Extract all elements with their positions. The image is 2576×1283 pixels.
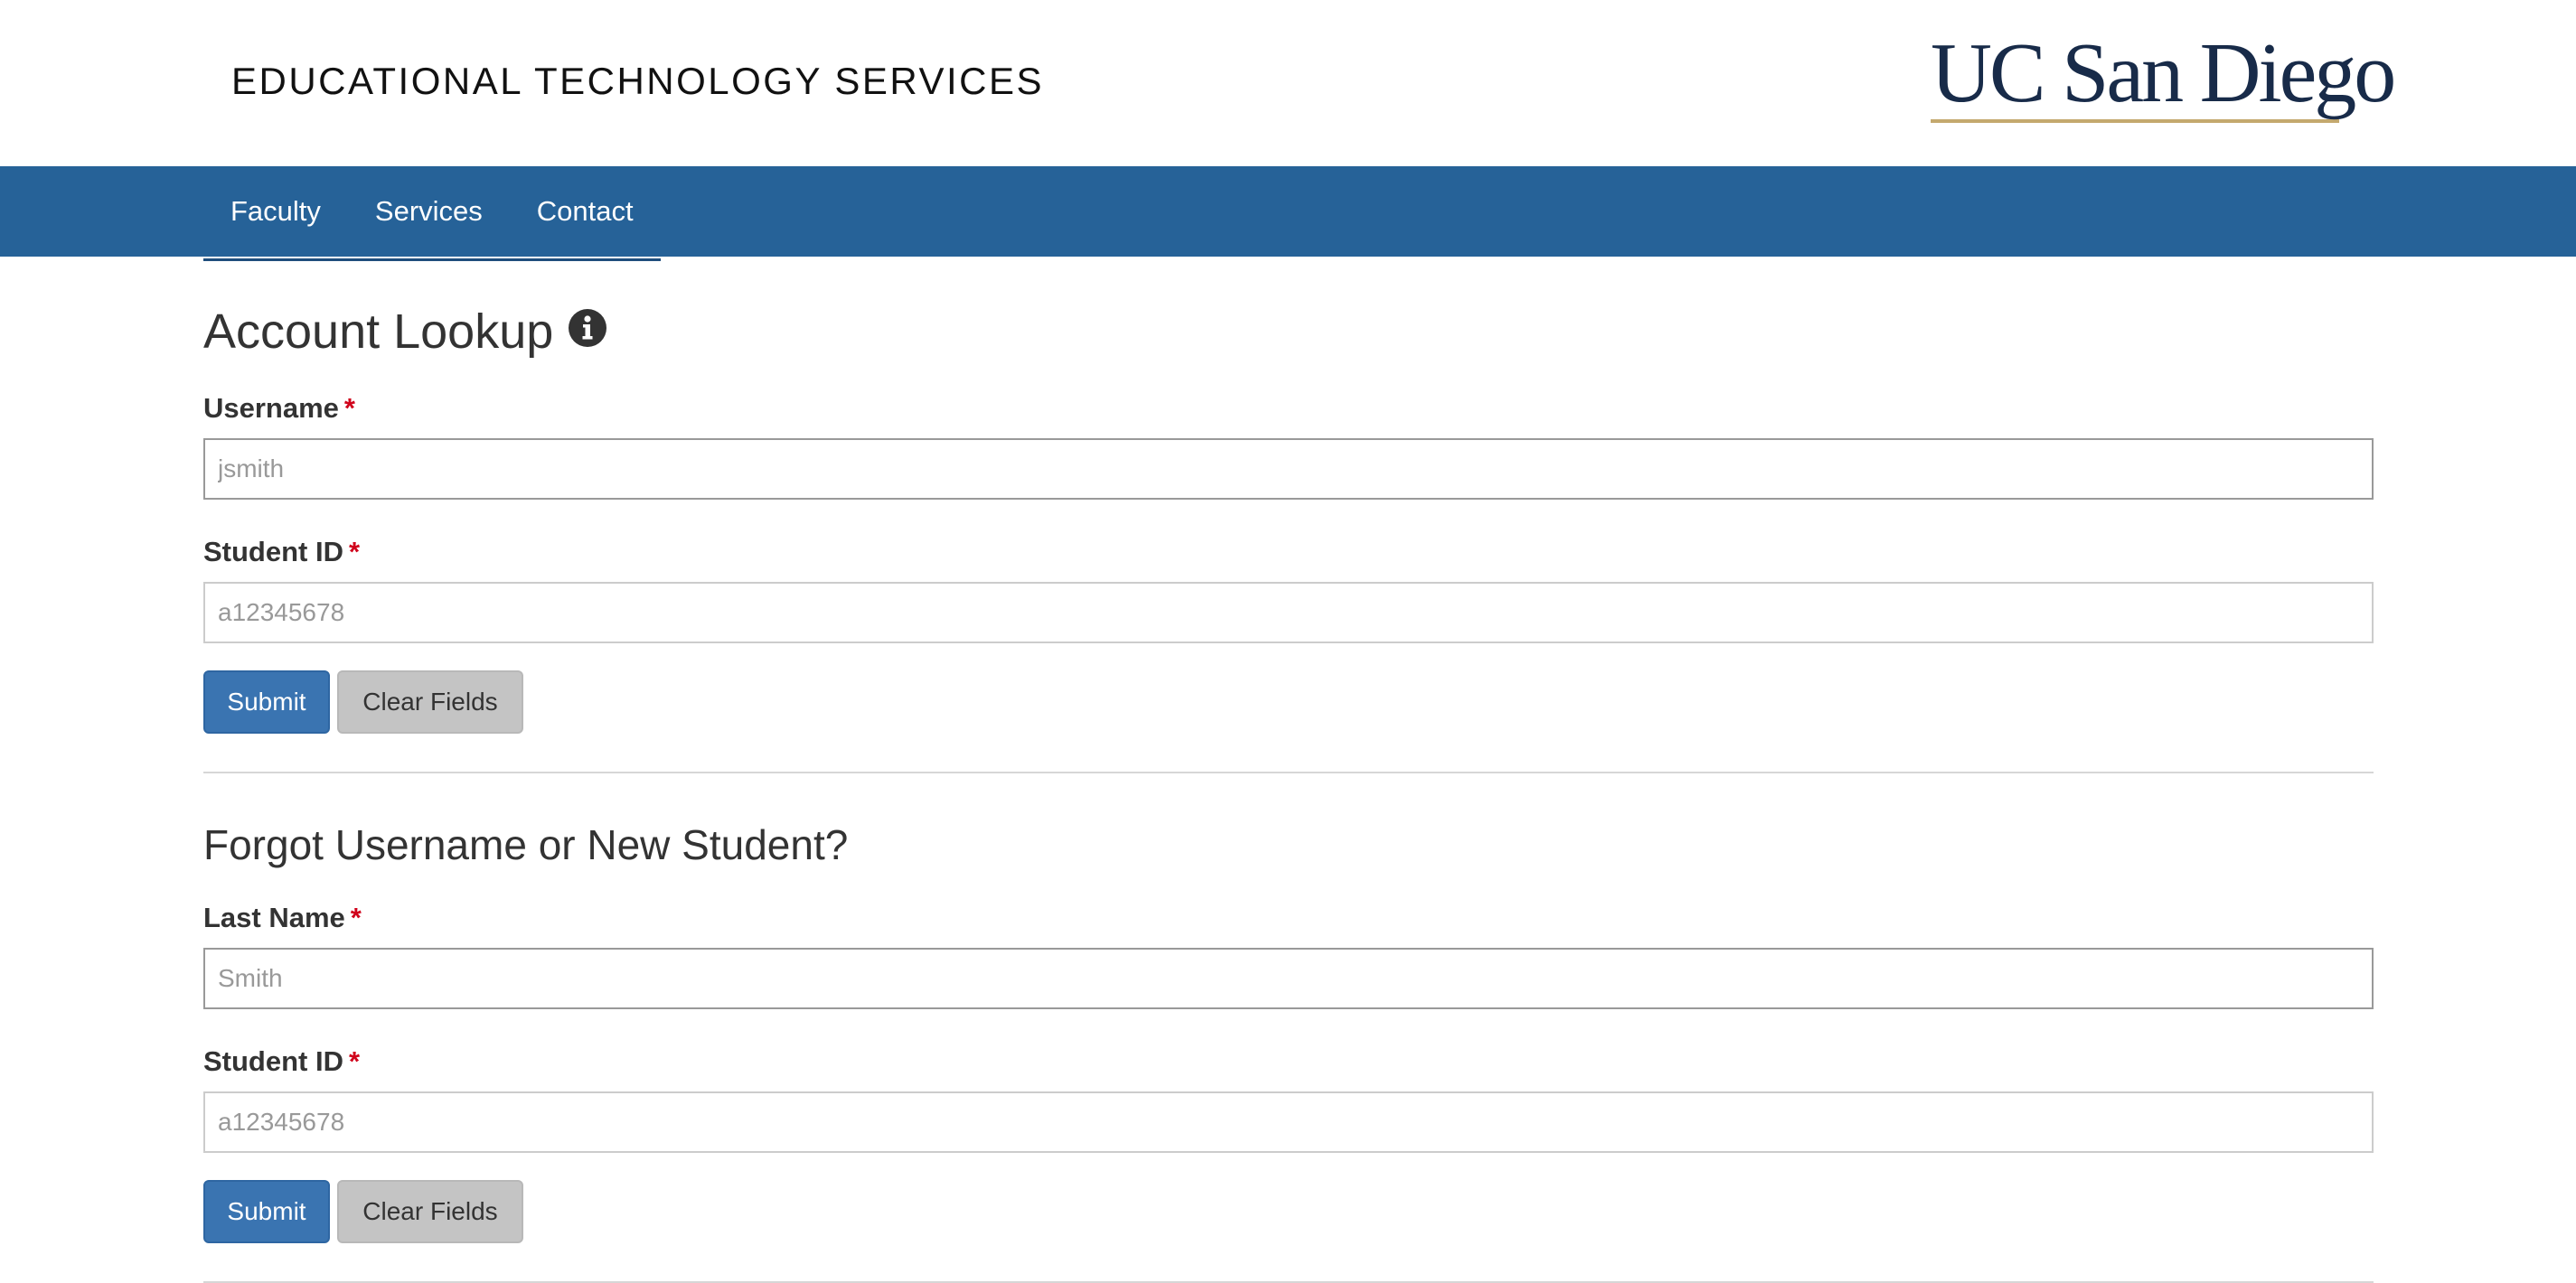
logo-text: UC San Diego <box>1931 26 2396 120</box>
clear-fields-button-2[interactable]: Clear Fields <box>337 1180 523 1243</box>
student-id-input[interactable] <box>203 582 2374 643</box>
nav-item-contact[interactable]: Contact <box>510 166 661 258</box>
nav-item-services[interactable]: Services <box>348 166 510 258</box>
student-id-label-text: Student ID <box>203 536 343 567</box>
nav-items: Faculty Services Contact <box>203 166 661 261</box>
last-name-label: Last Name * <box>203 904 2374 932</box>
username-label-text: Username <box>203 392 339 424</box>
main-navbar: Faculty Services Contact <box>0 166 2576 261</box>
section-divider <box>203 772 2374 773</box>
forgot-username-buttons: Submit Clear Fields <box>203 1180 2374 1243</box>
site-title: EDUCATIONAL TECHNOLOGY SERVICES <box>231 60 1045 102</box>
required-star: * <box>343 392 355 424</box>
account-lookup-section: Account Lookup <box>203 307 2374 356</box>
student-id-input-2[interactable] <box>203 1091 2374 1153</box>
site-header: EDUCATIONAL TECHNOLOGY SERVICES UC San D… <box>0 0 2576 166</box>
student-id-label: Student ID * <box>203 538 2374 566</box>
last-name-input[interactable] <box>203 948 2374 1009</box>
required-star: * <box>349 1045 361 1077</box>
clear-fields-button[interactable]: Clear Fields <box>337 670 523 734</box>
submit-button-2[interactable]: Submit <box>203 1180 330 1243</box>
account-lookup-buttons: Submit Clear Fields <box>203 670 2374 734</box>
required-star: * <box>349 536 361 567</box>
student-id-label: Student ID * <box>203 1047 2374 1075</box>
username-label: Username * <box>203 394 2374 422</box>
last-name-label-text: Last Name <box>203 902 345 933</box>
forgot-username-title: Forgot Username or New Student? <box>203 821 849 868</box>
required-star: * <box>350 902 362 933</box>
account-lookup-title: Account Lookup <box>203 304 554 359</box>
nav-item-faculty[interactable]: Faculty <box>203 166 348 258</box>
uc-san-diego-logo[interactable]: UC San Diego <box>1931 26 2396 123</box>
submit-button[interactable]: Submit <box>203 670 330 734</box>
main-content: Account Lookup Username* Student ID* Sub… <box>203 257 2374 1283</box>
username-input[interactable] <box>203 438 2374 500</box>
student-id-label-text: Student ID <box>203 1045 343 1077</box>
info-circle-icon[interactable] <box>568 307 607 356</box>
